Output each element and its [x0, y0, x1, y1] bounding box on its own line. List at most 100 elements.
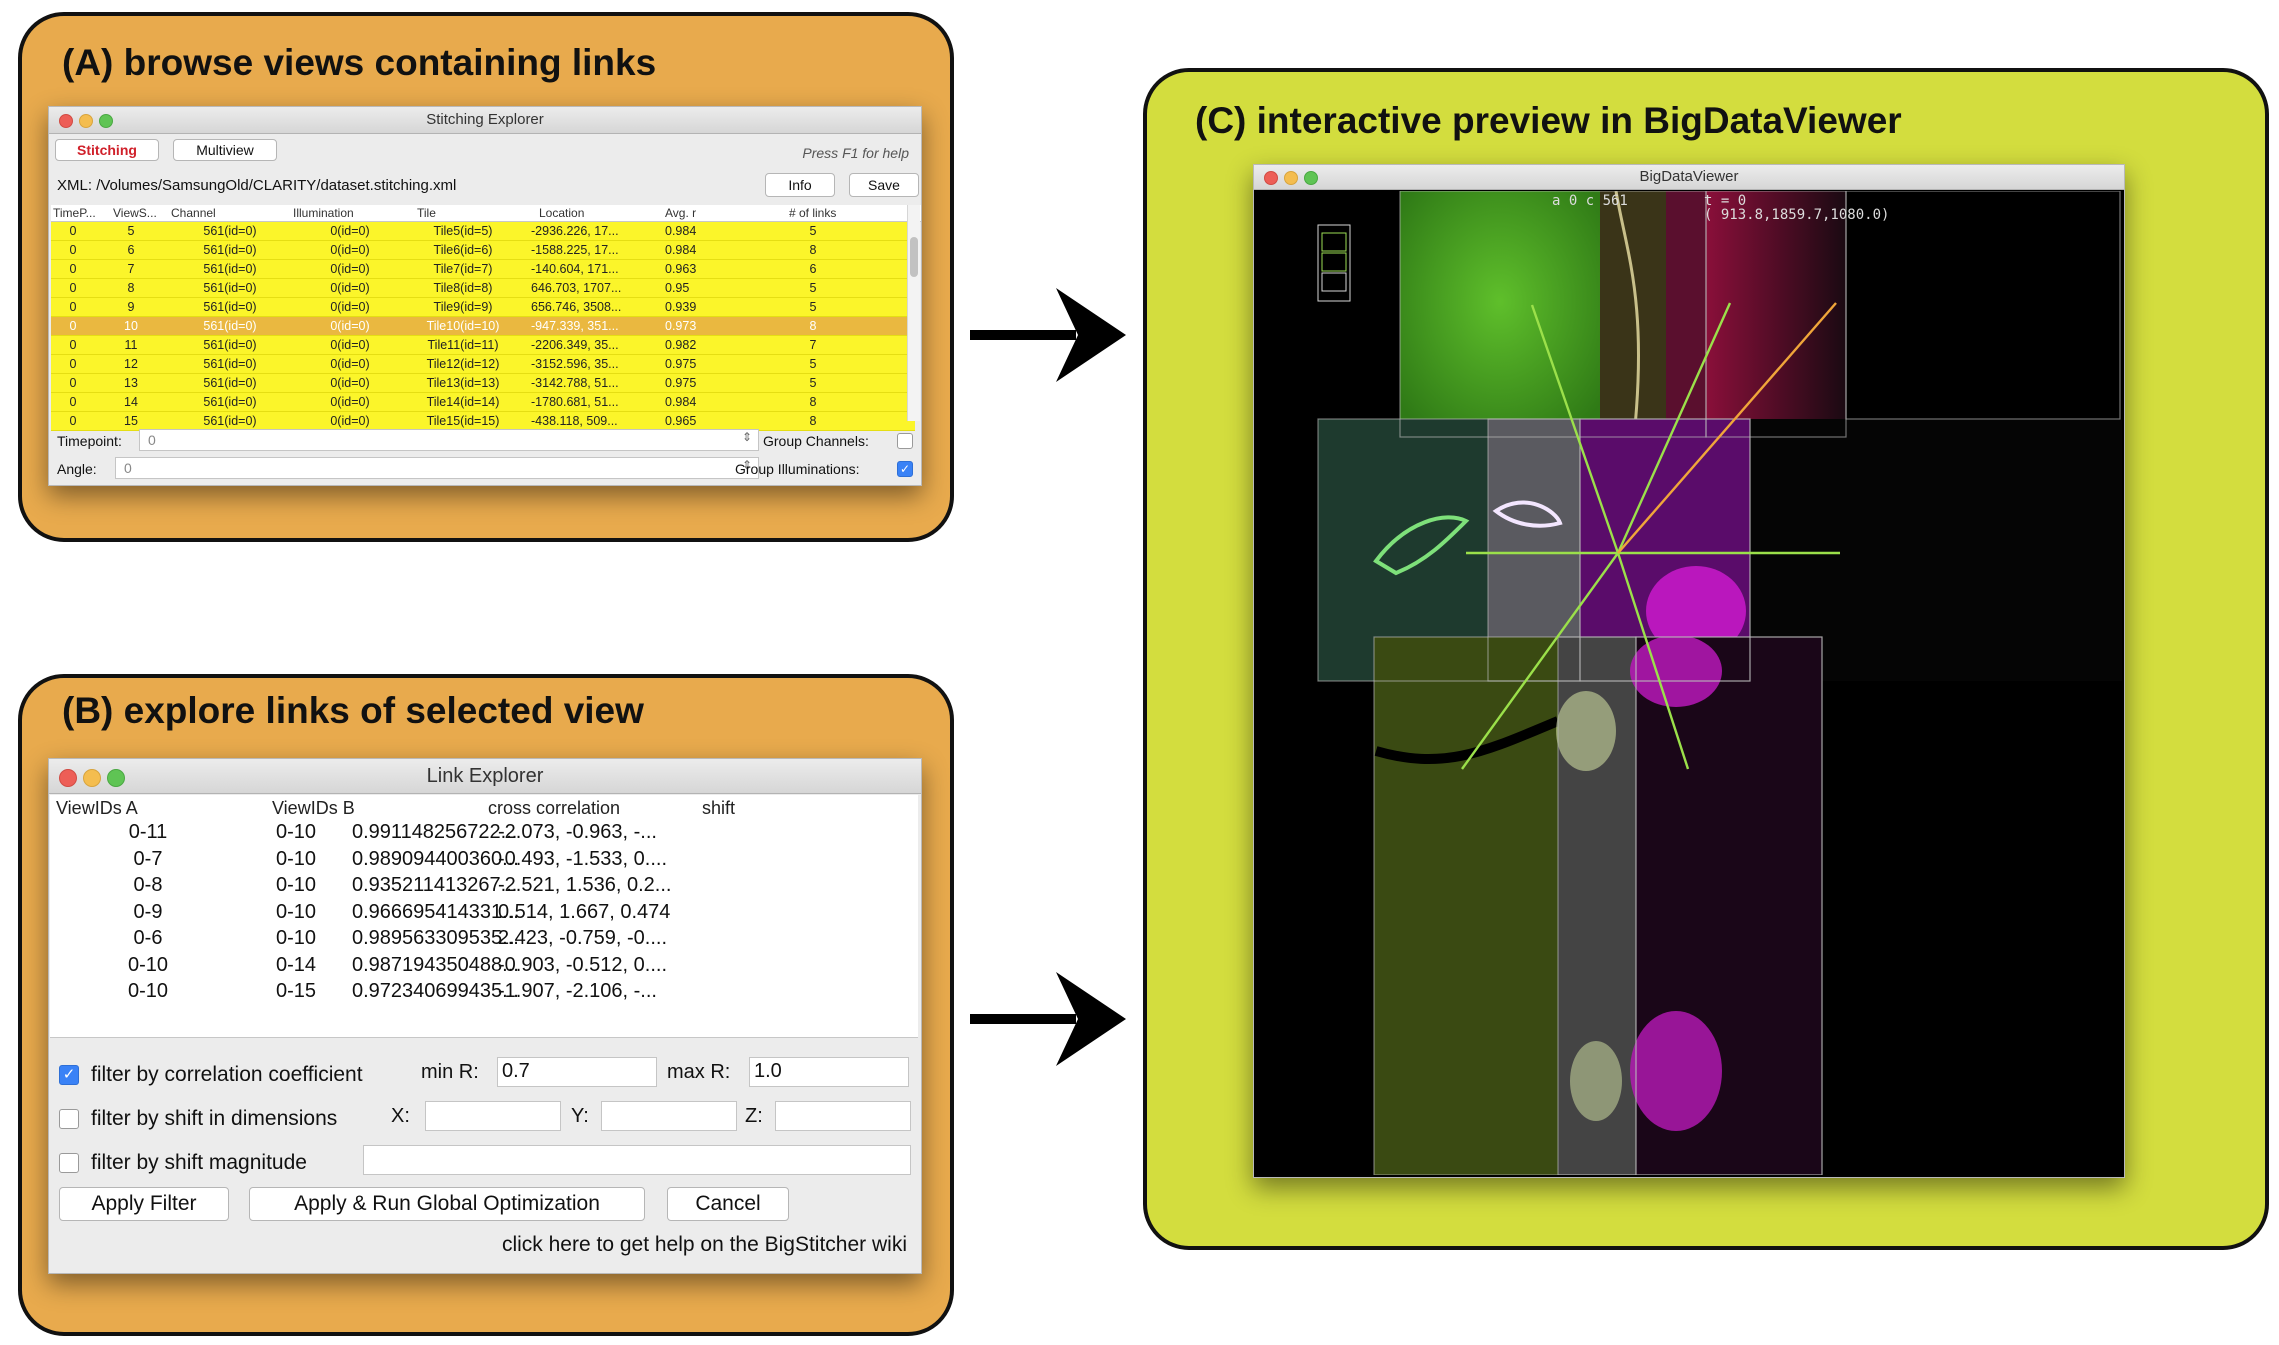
column-header[interactable]: Illumination [293, 206, 354, 220]
filter-shift-checkbox[interactable] [59, 1109, 79, 1129]
filter-magnitude-checkbox[interactable] [59, 1153, 79, 1173]
table-cell: 0 [69, 414, 77, 428]
table-row[interactable]: 0 6 561(id=0) 0(id=0) Tile6(id=6) -1588.225, … [51, 241, 915, 260]
table-cell: -0.493, -1.533, 0.... [498, 847, 667, 870]
z-label: Z: [745, 1105, 763, 1127]
window-title: Link Explorer [426, 765, 544, 787]
bdv-image [1317, 191, 2122, 1175]
column-header[interactable]: shift [702, 798, 735, 819]
table-cell: 0(id=0) [330, 300, 370, 314]
window-titlebar: Link Explorer [49, 759, 921, 794]
table-row[interactable]: 0 12 561(id=0) 0(id=0) Tile12(id=12) -3152.59… [51, 355, 915, 374]
max-r-label: max R: [667, 1061, 731, 1083]
table-row[interactable]: 0 10 561(id=0) 0(id=0) Tile10(id=10) -947.339… [51, 317, 915, 336]
table-cell: 0-10 [275, 821, 317, 843]
shift-y-input[interactable] [601, 1101, 737, 1131]
table-cell: Tile15(id=15) [426, 414, 500, 428]
save-button[interactable]: Save [849, 173, 919, 197]
table-row[interactable]: 0 14 561(id=0) 0(id=0) Tile14(id=14) -1780.68… [51, 393, 915, 412]
table-row[interactable]: 0 8 561(id=0) 0(id=0) Tile8(id=8) 646.703, 17… [51, 279, 915, 298]
table-cell: 6 [127, 243, 135, 257]
apply-run-global-optimization-button[interactable]: Apply & Run Global Optimization [249, 1187, 645, 1221]
table-cell: -947.339, 351... [531, 319, 619, 333]
column-header[interactable]: TimeP... [53, 206, 96, 220]
info-button[interactable]: Info [765, 173, 835, 197]
table-cell: 0(id=0) [330, 224, 370, 238]
column-header[interactable]: ViewIDs A [56, 798, 138, 819]
table-cell: 0.939 [665, 300, 697, 314]
shift-z-input[interactable] [775, 1101, 911, 1131]
table-row[interactable]: 0-10 0-14 0.987194350488... -0.903, -0.512,… [50, 952, 918, 979]
table-cell: 0-8 [133, 874, 163, 896]
column-header[interactable]: ViewS... [113, 206, 157, 220]
help-hint: Press F1 for help [802, 145, 909, 161]
bdv-source-overlay: a 0 c 561 [1552, 193, 1628, 209]
table-row[interactable]: 0-6 0-10 0.989563309535... 2.423, -0.759, -… [50, 925, 918, 952]
table-cell: 0(id=0) [330, 338, 370, 352]
table-cell: 0 [69, 243, 77, 257]
window-title: Stitching Explorer [426, 111, 544, 128]
table-cell: 8 [809, 319, 817, 333]
table-row[interactable]: 0 11 561(id=0) 0(id=0) Tile11(id=11) -2206.34… [51, 336, 915, 355]
table-cell: 13 [124, 376, 138, 390]
table-cell: -1588.225, 17... [531, 243, 619, 257]
table-cell: 0-9 [133, 900, 163, 923]
table-row[interactable]: 0-8 0-10 0.935211413267... -2.521, 1.536, 0… [50, 872, 918, 899]
panel-a: (A) browse views containing links Stitch… [18, 12, 954, 542]
table-row[interactable]: 0 7 561(id=0) 0(id=0) Tile7(id=7) -140.604, 1… [51, 260, 915, 279]
table-cell: 0.935211413267... [352, 874, 518, 896]
group-illuminations-checkbox[interactable]: ✓ [897, 461, 913, 477]
column-header[interactable]: ViewIDs B [272, 798, 355, 819]
table-cell: 0 [69, 338, 77, 352]
column-header[interactable]: Avg. r [665, 206, 696, 220]
shift-magnitude-input[interactable] [363, 1145, 911, 1175]
table-cell: -140.604, 171... [531, 262, 619, 276]
min-r-input[interactable]: 0.7 [497, 1057, 657, 1087]
table-scrollbar[interactable] [907, 205, 920, 421]
table-row[interactable]: 0-10 0-15 0.972340699435... -1.907, -2.106,… [50, 978, 918, 1005]
table-row[interactable]: 0-9 0-10 0.966695414331... 0.514, 1.667, 0.… [50, 899, 918, 926]
table-cell: 0-7 [133, 847, 163, 870]
group-channels-checkbox[interactable] [897, 433, 913, 449]
table-cell: -1.907, -2.106, -... [498, 980, 657, 1002]
apply-filter-button[interactable]: Apply Filter [59, 1187, 229, 1221]
scrollbar-thumb[interactable] [910, 237, 918, 277]
cancel-button[interactable]: Cancel [667, 1187, 789, 1221]
column-header[interactable]: # of links [789, 206, 836, 220]
table-cell: 561(id=0) [203, 319, 257, 333]
arrow-right-icon [970, 288, 1126, 382]
column-header[interactable]: cross correlation [488, 798, 620, 819]
filter-correlation-checkbox[interactable]: ✓ [59, 1065, 79, 1085]
table-cell: 561(id=0) [203, 300, 257, 314]
table-cell: 0-10 [127, 980, 169, 1002]
spinner-icon[interactable]: ⇕ [742, 430, 752, 444]
tab-stitching[interactable]: Stitching [55, 139, 159, 161]
table-row[interactable]: 0 9 561(id=0) 0(id=0) Tile9(id=9) 656.746, 35… [51, 298, 915, 317]
table-row[interactable]: 0-11 0-10 0.991148256722... -2.073, -0.963,… [50, 819, 918, 846]
table-cell: -2936.226, 17... [531, 224, 619, 238]
table-cell: Tile9(id=9) [433, 300, 493, 314]
xml-path-row: XML: /Volumes/SamsungOld/CLARITY/dataset… [57, 177, 456, 194]
shift-x-input[interactable] [425, 1101, 561, 1131]
bdv-render-canvas[interactable]: a 0 c 561 t = 0 ( 913.8,1859.7,1080.0) [1256, 191, 2122, 1175]
table-row[interactable]: 0-7 0-10 0.989094400360... -0.493, -1.533, … [50, 846, 918, 873]
column-header[interactable]: Channel [171, 206, 216, 220]
table-cell: -2206.349, 35... [531, 338, 619, 352]
table-cell: 0.991148256722... [352, 821, 518, 843]
table-cell: 8 [809, 395, 817, 409]
bigstitcher-wiki-help-link[interactable]: click here to get help on the BigStitche… [502, 1233, 907, 1257]
table-row[interactable]: 0 5 561(id=0) 0(id=0) Tile5(id=5) -2936.226, … [51, 222, 915, 241]
tab-multiview[interactable]: Multiview [173, 139, 277, 161]
timepoint-select[interactable]: 0 ⇕ [139, 429, 759, 451]
angle-select[interactable]: 0 ⇕ [115, 457, 759, 479]
column-header[interactable]: Location [539, 206, 584, 220]
table-cell: -1780.681, 51... [531, 395, 619, 409]
column-header[interactable]: Tile [417, 206, 436, 220]
table-row[interactable]: 0 13 561(id=0) 0(id=0) Tile13(id=13) -3142.78… [51, 374, 915, 393]
table-cell: Tile13(id=13) [426, 376, 500, 390]
table-cell: 0-11 [128, 821, 168, 843]
table-cell: Tile12(id=12) [426, 357, 500, 371]
max-r-input[interactable]: 1.0 [749, 1057, 909, 1087]
table-cell: Tile11(id=11) [427, 338, 499, 352]
table-cell: 7 [809, 338, 817, 352]
